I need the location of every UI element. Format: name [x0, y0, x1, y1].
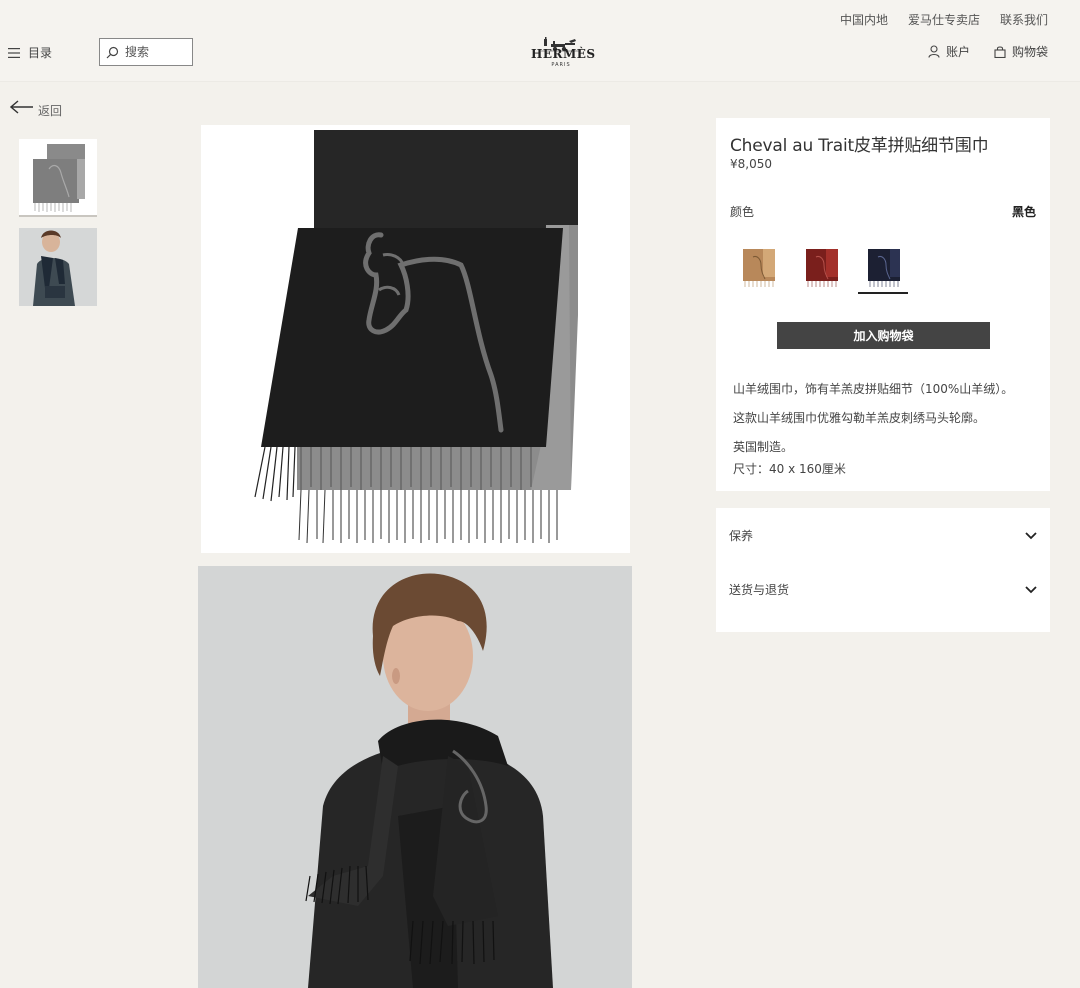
- back-button[interactable]: 返回: [10, 94, 62, 119]
- contact-link[interactable]: 联系我们: [1000, 11, 1048, 28]
- scarf-image: [201, 125, 630, 553]
- hermes-logo[interactable]: HERMÈS PARIS: [531, 35, 596, 71]
- search-input[interactable]: [125, 45, 185, 59]
- description-line: 英国制造。: [733, 440, 794, 454]
- back-label: 返回: [38, 104, 63, 118]
- description-line: 山羊绒围巾，饰有羊羔皮拼贴细节（100%山羊绒）。: [733, 382, 1014, 396]
- menu-button[interactable]: 目录: [8, 44, 52, 61]
- chevron-down-icon: [1025, 531, 1037, 539]
- swatch-navy[interactable]: [860, 243, 908, 291]
- selected-swatch-indicator: [858, 292, 908, 294]
- product-price: ¥8,050: [730, 157, 772, 171]
- navy-swatch-image: [860, 243, 908, 291]
- thumbnail-model[interactable]: [19, 228, 97, 306]
- shopping-bag-icon: [994, 45, 1006, 58]
- product-title: Cheval au Trait皮革拼贴细节围巾: [730, 136, 989, 156]
- color-label: 颜色: [730, 205, 755, 219]
- swatch-camel[interactable]: [735, 243, 783, 291]
- arrow-left-icon: [10, 99, 33, 114]
- user-icon: [928, 45, 940, 58]
- logo-text: HERMÈS: [531, 47, 596, 61]
- product-info-panel: Cheval au Trait皮革拼贴细节围巾 ¥8,050 颜色 黑色 加入购…: [716, 118, 1050, 491]
- search-box[interactable]: [99, 38, 193, 66]
- description-line: 这款山羊绒围巾优雅勾勒羊羔皮刺绣马头轮廓。: [733, 411, 986, 425]
- region-link[interactable]: 中国内地: [840, 11, 888, 28]
- accordion-care[interactable]: 保养: [729, 527, 1037, 544]
- header: 中国内地 爱马仕专卖店 联系我们 目录 搜索 HERMÈS PARIS 账户 购…: [0, 0, 1080, 82]
- account-link[interactable]: 账户: [928, 43, 970, 60]
- model-thumbnail-image: [19, 228, 97, 306]
- product-image-model[interactable]: [198, 566, 632, 988]
- thumbnail-scarf[interactable]: [19, 139, 97, 217]
- account-label: 账户: [945, 45, 970, 59]
- product-size: 尺寸：40 x 160厘米: [733, 462, 846, 476]
- product-image-scarf[interactable]: [201, 125, 630, 553]
- burgundy-swatch-image: [798, 243, 846, 291]
- accordion-label: 送货与退货: [729, 583, 790, 597]
- accordion-label: 保养: [729, 529, 754, 543]
- chevron-down-icon: [1025, 585, 1037, 593]
- hamburger-icon: [8, 47, 20, 58]
- add-to-bag-button[interactable]: 加入购物袋: [777, 322, 990, 349]
- color-value: 黑色: [1011, 205, 1036, 219]
- bag-link[interactable]: 购物袋: [994, 43, 1048, 60]
- model-image: [198, 566, 632, 988]
- accordion-panel: 保养 送货与退货: [716, 508, 1050, 632]
- swatch-burgundy[interactable]: [798, 243, 846, 291]
- menu-label: 目录: [28, 46, 53, 60]
- bag-label: 购物袋: [1011, 45, 1048, 59]
- logo-subtext: PARIS: [551, 62, 571, 68]
- scarf-thumbnail-image: [19, 139, 97, 217]
- camel-swatch-image: [735, 243, 783, 291]
- accordion-shipping[interactable]: 送货与退货: [729, 581, 1037, 598]
- search-icon: [106, 46, 119, 58]
- top-links: 中国内地 爱马仕专卖店 联系我们: [840, 11, 1048, 28]
- thumbnail-active-indicator: [19, 215, 97, 217]
- store-locator-link[interactable]: 爱马仕专卖店: [908, 11, 980, 28]
